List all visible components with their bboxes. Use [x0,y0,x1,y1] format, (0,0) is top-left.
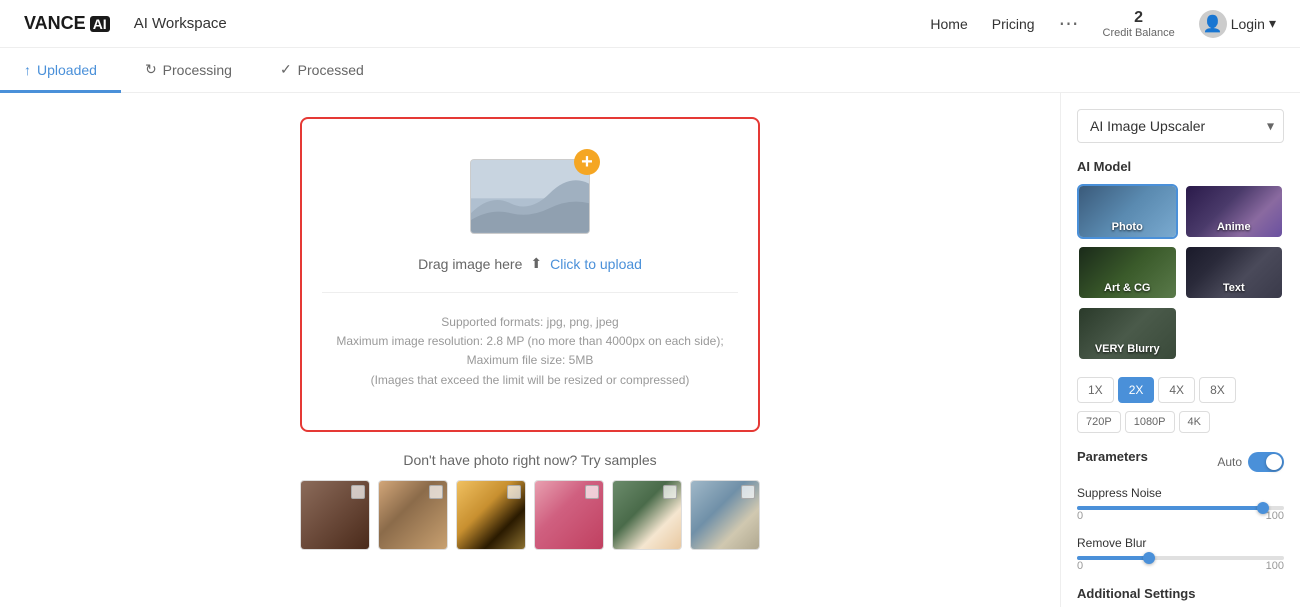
parameters-title: Parameters [1077,449,1148,464]
additional-settings-title: Additional Settings [1077,586,1284,601]
tab-uploaded[interactable]: ↑ Uploaded [0,49,121,93]
model-select-dropdown[interactable]: AI Image Upscaler AI Image Denoiser AI I… [1077,109,1284,143]
tab-uploaded-label: Uploaded [37,62,97,78]
toggle-knob [1266,454,1282,470]
remove-blur-label: Remove Blur [1077,536,1284,550]
resolution-buttons: 720P 1080P 4K [1077,411,1284,433]
sample-3-checkbox[interactable] [507,485,521,499]
processed-tab-icon: ✓ [280,61,292,78]
sample-images-container [300,480,760,550]
suppress-noise-thumb[interactable] [1257,502,1269,514]
auto-label: Auto [1217,455,1242,469]
model-anime[interactable]: Anime [1184,184,1285,239]
remove-blur-thumb[interactable] [1143,552,1155,564]
nav-home[interactable]: Home [930,16,967,32]
model-art[interactable]: Art & CG [1077,245,1178,300]
model-photo-label: Photo [1079,221,1176,233]
header-nav: Home Pricing ⋯ 2 Credit Balance 👤 Login … [930,9,1276,39]
suppress-noise-labels: 0 100 [1077,510,1284,522]
scale-8x[interactable]: 8X [1199,377,1236,403]
credit-count: 2 [1134,9,1143,27]
nav-pricing[interactable]: Pricing [992,16,1035,32]
logo-ai-text: AI [90,16,110,32]
dropzone[interactable]: + Drag image here ⬆ Click to upload Supp… [300,117,760,432]
upload-icon: ⬆ [530,255,542,272]
login-button[interactable]: 👤 Login ▾ [1199,10,1276,38]
model-photo[interactable]: Photo [1077,184,1178,239]
user-avatar-icon: 👤 [1199,10,1227,38]
model-art-label: Art & CG [1079,282,1176,294]
tab-processed[interactable]: ✓ Processed [256,49,388,93]
suppress-noise-track [1077,506,1284,510]
sample-1-checkbox[interactable] [351,485,365,499]
ai-model-section-title: AI Model [1077,159,1284,174]
res-720p[interactable]: 720P [1077,411,1121,433]
parameters-header: Parameters Auto [1077,449,1284,474]
sample-2-checkbox[interactable] [429,485,443,499]
sample-image-2[interactable] [378,480,448,550]
apps-icon[interactable]: ⋯ [1059,11,1079,36]
credit-label: Credit Balance [1103,27,1175,39]
suppress-noise-label: Suppress Noise [1077,486,1284,500]
scale-1x[interactable]: 1X [1077,377,1114,403]
auto-toggle[interactable]: Auto [1217,452,1284,472]
upload-tab-icon: ↑ [24,62,31,78]
upload-placeholder: + [470,159,590,239]
model-anime-label: Anime [1186,221,1283,233]
model-text[interactable]: Text [1184,245,1285,300]
upload-instructions: Drag image here ⬆ Click to upload [418,255,642,272]
upload-area: + Drag image here ⬆ Click to upload Supp… [0,93,1060,607]
sample-image-6[interactable] [690,480,760,550]
add-image-button[interactable]: + [574,149,600,175]
tab-processed-label: Processed [298,62,364,78]
sample-image-5[interactable] [612,480,682,550]
credit-balance: 2 Credit Balance [1103,9,1175,39]
suppress-noise-max: 100 [1266,510,1284,522]
remove-blur-slider[interactable]: 0 100 [1077,556,1284,572]
drag-text: Drag image here [418,256,522,272]
tabs-bar: ↑ Uploaded ↻ Processing ✓ Processed [0,48,1300,93]
remove-blur-labels: 0 100 [1077,560,1284,572]
tab-processing[interactable]: ↻ Processing [121,49,256,93]
sample-image-3[interactable] [456,480,526,550]
res-1080p[interactable]: 1080P [1125,411,1175,433]
sample-image-4[interactable] [534,480,604,550]
main-content: + Drag image here ⬆ Click to upload Supp… [0,93,1300,607]
placeholder-image [470,159,590,234]
model-blurry[interactable]: VERY Blurry [1077,306,1178,361]
tab-processing-label: Processing [163,62,232,78]
suppress-noise-min: 0 [1077,510,1083,522]
click-to-upload[interactable]: Click to upload [550,256,642,272]
divider [322,292,738,293]
res-4k[interactable]: 4K [1179,411,1210,433]
supported-formats-text: Supported formats: jpg, png, jpeg Maximu… [322,313,738,390]
right-sidebar: AI Image Upscaler AI Image Denoiser AI I… [1060,93,1300,607]
sample-4-checkbox[interactable] [585,485,599,499]
remove-blur-max: 100 [1266,560,1284,572]
sample-image-1[interactable] [300,480,370,550]
auto-toggle-switch[interactable] [1248,452,1284,472]
model-text-label: Text [1186,282,1283,294]
scale-2x[interactable]: 2X [1118,377,1155,403]
logo[interactable]: VANCEAI [24,13,110,34]
chevron-down-icon: ▾ [1269,15,1276,32]
logo-vance-text: VANCE [24,13,86,34]
suppress-noise-fill [1077,506,1263,510]
processing-tab-icon: ↻ [145,61,157,78]
sample-6-checkbox[interactable] [741,485,755,499]
samples-title: Don't have photo right now? Try samples [403,452,656,468]
scale-4x[interactable]: 4X [1158,377,1195,403]
remove-blur-fill [1077,556,1149,560]
scale-buttons: 1X 2X 4X 8X [1077,377,1284,403]
header-title: AI Workspace [134,15,227,32]
model-grid: Photo Anime Art & CG Text VERY Blurry [1077,184,1284,361]
remove-blur-track [1077,556,1284,560]
model-select-container: AI Image Upscaler AI Image Denoiser AI I… [1077,109,1284,143]
model-blurry-label: VERY Blurry [1079,343,1176,355]
remove-blur-min: 0 [1077,560,1083,572]
login-label: Login [1231,16,1265,32]
suppress-noise-slider[interactable]: 0 100 [1077,506,1284,522]
sample-5-checkbox[interactable] [663,485,677,499]
header: VANCEAI AI Workspace Home Pricing ⋯ 2 Cr… [0,0,1300,48]
